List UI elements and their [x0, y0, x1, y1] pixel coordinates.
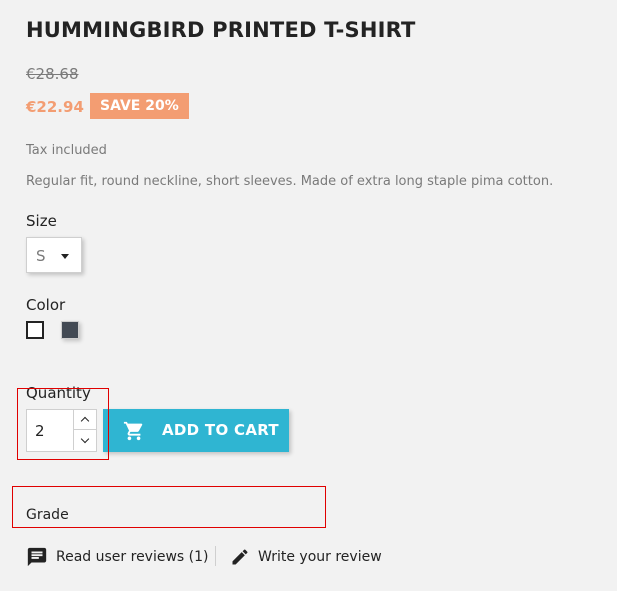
highlight-box-quantity — [17, 388, 109, 460]
write-review-link[interactable]: Write your review — [230, 544, 382, 570]
product-title: HUMMINGBIRD PRINTED T-SHIRT — [26, 18, 416, 42]
regular-price: €28.68 — [26, 65, 79, 83]
color-swatch-dark-grey[interactable] — [61, 321, 79, 339]
color-label: Color — [26, 296, 66, 314]
size-selected-value: S — [36, 247, 46, 265]
add-to-cart-button[interactable]: ADD TO CART — [103, 409, 289, 452]
size-label: Size — [26, 212, 57, 230]
comment-icon — [27, 547, 47, 567]
size-select[interactable]: S — [26, 237, 82, 273]
color-swatch-white[interactable] — [26, 321, 44, 339]
grade-label: Grade — [26, 507, 69, 523]
divider — [215, 546, 216, 566]
read-reviews-link[interactable]: Read user reviews (1) — [26, 544, 209, 570]
read-reviews-label: Read user reviews (1) — [56, 549, 209, 565]
shopping-cart-icon — [123, 421, 143, 441]
tax-note: Tax included — [26, 143, 107, 158]
caret-down-icon — [61, 254, 69, 259]
pencil-icon — [232, 549, 248, 565]
write-review-label: Write your review — [258, 549, 382, 565]
add-to-cart-label: ADD TO CART — [162, 421, 279, 439]
product-description: Regular fit, round neckline, short sleev… — [26, 174, 554, 189]
discount-badge: SAVE 20% — [90, 93, 189, 119]
current-price: €22.94 — [26, 98, 84, 116]
